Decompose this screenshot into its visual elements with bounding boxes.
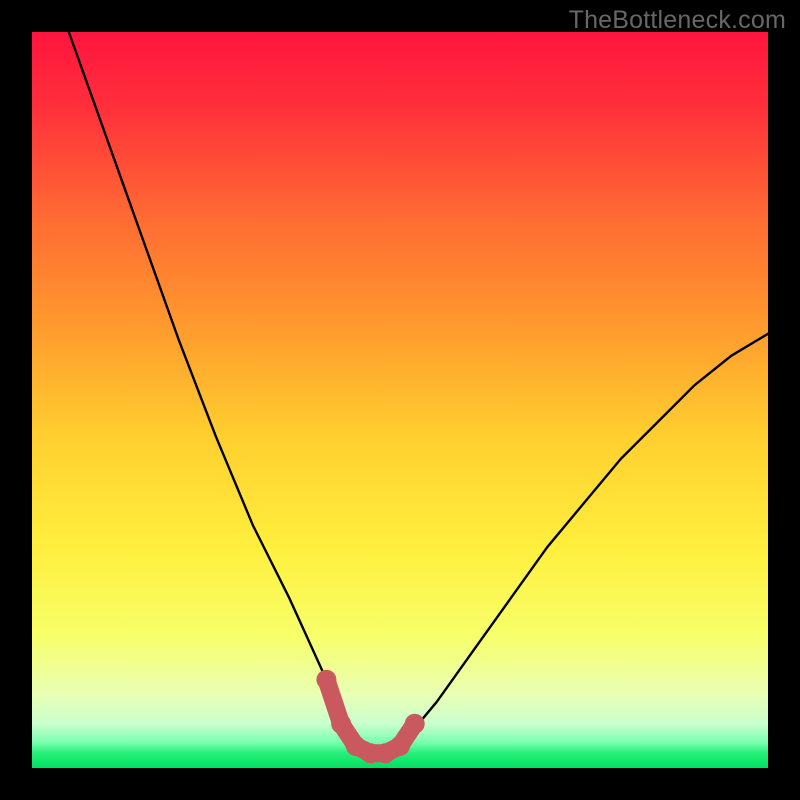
optimal-zone-dot bbox=[331, 714, 351, 734]
plot-background bbox=[32, 32, 768, 768]
optimal-zone-dot bbox=[390, 736, 410, 756]
chart-frame: TheBottleneck.com bbox=[0, 0, 800, 800]
optimal-zone-dot bbox=[316, 670, 336, 690]
optimal-zone-dot bbox=[405, 714, 425, 734]
chart-svg bbox=[0, 0, 800, 800]
watermark-text: TheBottleneck.com bbox=[569, 6, 786, 35]
